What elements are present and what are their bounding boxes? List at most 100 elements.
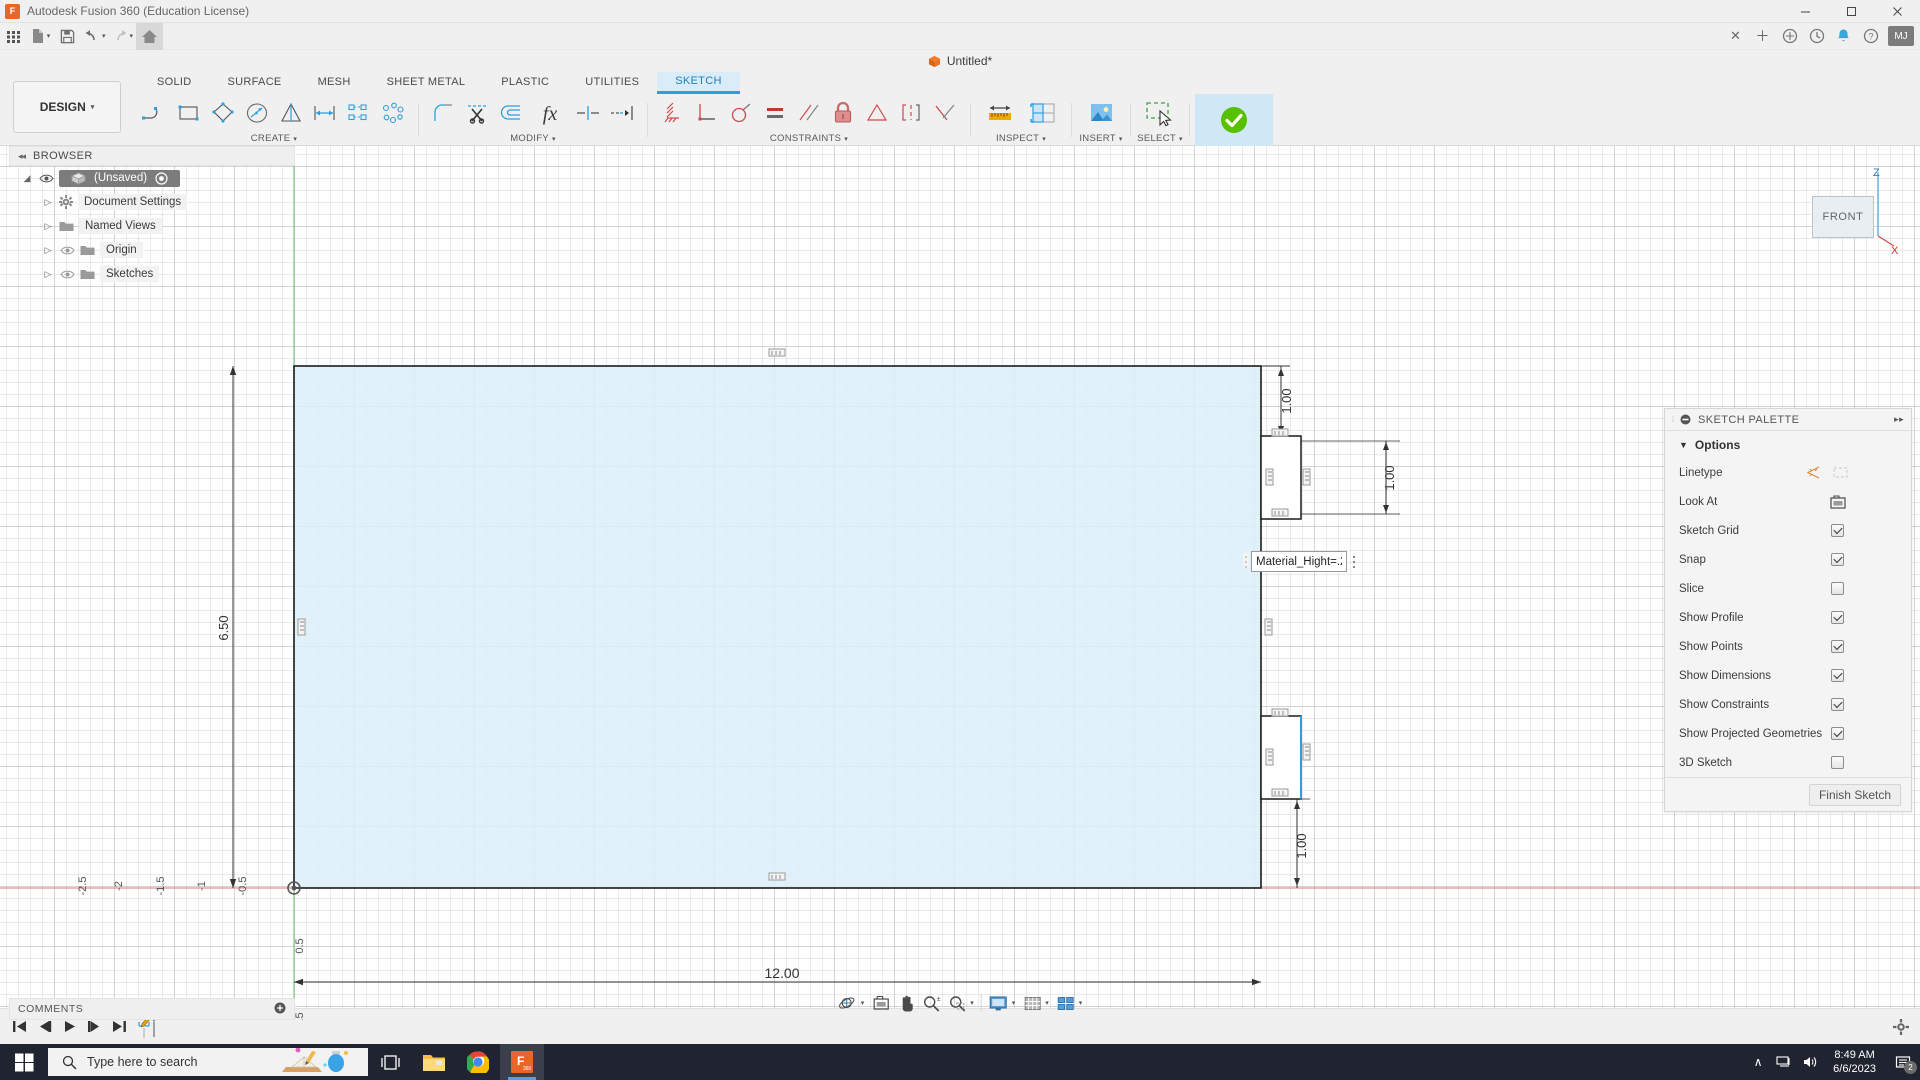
tool-extend[interactable] <box>605 95 639 131</box>
show-points-checkbox[interactable] <box>1831 640 1844 653</box>
tool-fix-unfix[interactable] <box>656 95 690 131</box>
view-cube[interactable]: Z X FRONT <box>1790 164 1900 264</box>
extensions-button[interactable] <box>1776 23 1803 50</box>
tool-lock-dimension[interactable] <box>826 95 860 131</box>
chevron-down-icon[interactable]: ▾ <box>1012 999 1016 1007</box>
sketch-palette-header[interactable]: ⦙ SKETCH PALETTE ▸▸ <box>1665 409 1911 431</box>
3d-sketch-checkbox[interactable] <box>1831 756 1844 769</box>
tab-plastic[interactable]: PLASTIC <box>483 72 567 94</box>
chevron-down-icon[interactable]: ▾ <box>844 135 848 143</box>
expand-palette-icon[interactable]: ▸▸ <box>1894 414 1904 425</box>
sketch-palette-options-header[interactable]: ▼ Options <box>1665 431 1911 458</box>
chevron-down-icon[interactable]: ▾ <box>1042 135 1046 143</box>
palette-grip-icon[interactable]: ⦙ <box>1672 414 1673 425</box>
tool-offset[interactable] <box>495 95 529 131</box>
user-avatar[interactable]: MJ <box>1888 26 1914 46</box>
maximize-button[interactable] <box>1828 0 1874 23</box>
tool-parallel[interactable] <box>792 95 826 131</box>
snap-checkbox[interactable] <box>1831 553 1844 566</box>
nav-look-at[interactable] <box>868 990 893 1016</box>
palette-row-show-projected-geometries[interactable]: Show Projected Geometries <box>1665 719 1911 748</box>
nav-display-settings[interactable]: ▾ <box>985 990 1020 1016</box>
tool-ellipse[interactable] <box>240 95 274 131</box>
notifications-button[interactable] <box>1830 23 1857 50</box>
palette-row-snap[interactable]: Snap <box>1665 545 1911 574</box>
palette-row-show-points[interactable]: Show Points <box>1665 632 1911 661</box>
close-window-button[interactable] <box>1874 0 1920 23</box>
nav-pan[interactable] <box>893 990 918 1016</box>
jobs-status-button[interactable] <box>1803 23 1830 50</box>
nav-zoom-window[interactable]: ▾ <box>944 990 978 1016</box>
chevron-down-icon[interactable]: ▾ <box>970 999 974 1007</box>
palette-row-linetype[interactable]: Linetype <box>1665 458 1911 487</box>
chevron-down-icon[interactable]: ▾ <box>861 999 865 1007</box>
network-icon[interactable] <box>1771 1044 1797 1080</box>
chevron-down-icon[interactable]: ▾ <box>1179 135 1183 143</box>
browser-item-document-settings[interactable]: ▷ Document Settings <box>9 190 295 214</box>
chevron-down-icon[interactable]: ▾ <box>1119 135 1123 143</box>
radio-dot-icon[interactable] <box>155 172 168 185</box>
tab-surface[interactable]: SURFACE <box>210 72 300 94</box>
tool-sketch-dimension[interactable] <box>308 95 342 131</box>
tool-change-parameters[interactable]: fx <box>529 95 571 131</box>
fusion360-taskbar-button[interactable]: F360 <box>500 1044 544 1080</box>
palette-row-show-constraints[interactable]: Show Constraints <box>1665 690 1911 719</box>
chevron-down-icon[interactable]: ▾ <box>1079 999 1083 1007</box>
chevron-down-icon[interactable]: ▾ <box>1045 999 1049 1007</box>
expand-arrow-icon[interactable]: ▷ <box>42 197 54 208</box>
document-tab[interactable]: Untitled* <box>928 54 992 68</box>
finish-sketch-button[interactable] <box>1195 94 1273 146</box>
expand-arrow-icon[interactable]: ▷ <box>42 269 54 280</box>
close-tab-button[interactable]: ✕ <box>1722 23 1749 50</box>
chevron-down-icon[interactable]: ▾ <box>552 135 556 143</box>
expand-arrow-icon[interactable]: ◢ <box>21 173 33 184</box>
workspace-switcher[interactable]: DESIGN ▾ <box>13 81 121 133</box>
volume-icon[interactable] <box>1797 1044 1823 1080</box>
expand-comments-icon[interactable] <box>274 1002 286 1017</box>
palette-row-3d-sketch[interactable]: 3D Sketch <box>1665 748 1911 777</box>
expand-arrow-icon[interactable]: ▷ <box>42 221 54 232</box>
save-button[interactable] <box>54 23 81 50</box>
eye-icon[interactable] <box>38 173 54 184</box>
new-document-button[interactable]: ▾ <box>27 23 54 50</box>
tool-circular-pattern[interactable] <box>376 95 410 131</box>
nav-zoom[interactable]: ± <box>918 990 944 1016</box>
palette-row-sketch-grid[interactable]: Sketch Grid <box>1665 516 1911 545</box>
tool-rectangle[interactable] <box>172 95 206 131</box>
tool-tangent[interactable] <box>724 95 758 131</box>
tab-sheet-metal[interactable]: SHEET METAL <box>369 72 484 94</box>
tool-select[interactable] <box>1139 95 1181 131</box>
tool-symmetry[interactable] <box>860 95 894 131</box>
palette-row-show-dimensions[interactable]: Show Dimensions <box>1665 661 1911 690</box>
nav-grid-snaps[interactable]: ▾ <box>1019 990 1053 1016</box>
dimension-options-menu[interactable] <box>1347 554 1361 570</box>
nav-orbit[interactable]: ▾ <box>834 990 869 1016</box>
tool-line[interactable] <box>138 95 172 131</box>
show-dimensions-checkbox[interactable] <box>1831 669 1844 682</box>
start-button[interactable] <box>0 1044 48 1080</box>
tool-polygon[interactable] <box>206 95 240 131</box>
centerline-icon[interactable] <box>1832 465 1849 480</box>
tab-mesh[interactable]: MESH <box>300 72 369 94</box>
browser-item-sketches[interactable]: ▷ Sketches <box>9 262 295 286</box>
show-constraints-checkbox[interactable] <box>1831 698 1844 711</box>
tab-solid[interactable]: SOLID <box>139 72 210 94</box>
minus-circle-icon[interactable] <box>1680 414 1691 425</box>
browser-item-named-views[interactable]: ▷ Named Views <box>9 214 295 238</box>
action-center-button[interactable]: 2 <box>1886 1044 1920 1080</box>
taskbar-search[interactable]: Type here to search <box>48 1048 368 1076</box>
comments-panel[interactable]: COMMENTS <box>9 998 295 1020</box>
sketch-grid-checkbox[interactable] <box>1831 524 1844 537</box>
palette-row-slice[interactable]: Slice <box>1665 574 1911 603</box>
undo-button[interactable]: ▾ <box>81 23 109 50</box>
chrome-button[interactable] <box>456 1044 500 1080</box>
tool-perpendicular[interactable] <box>928 95 962 131</box>
timeline-settings-button[interactable] <box>1889 1013 1912 1041</box>
palette-row-look-at[interactable]: Look At <box>1665 487 1911 516</box>
tool-insert-image[interactable] <box>1080 95 1122 131</box>
tool-equal[interactable] <box>758 95 792 131</box>
redo-button[interactable]: ▾ <box>109 23 137 50</box>
nav-viewports[interactable]: ▾ <box>1053 990 1087 1016</box>
eye-icon[interactable] <box>59 245 75 256</box>
palette-row-show-profile[interactable]: Show Profile <box>1665 603 1911 632</box>
